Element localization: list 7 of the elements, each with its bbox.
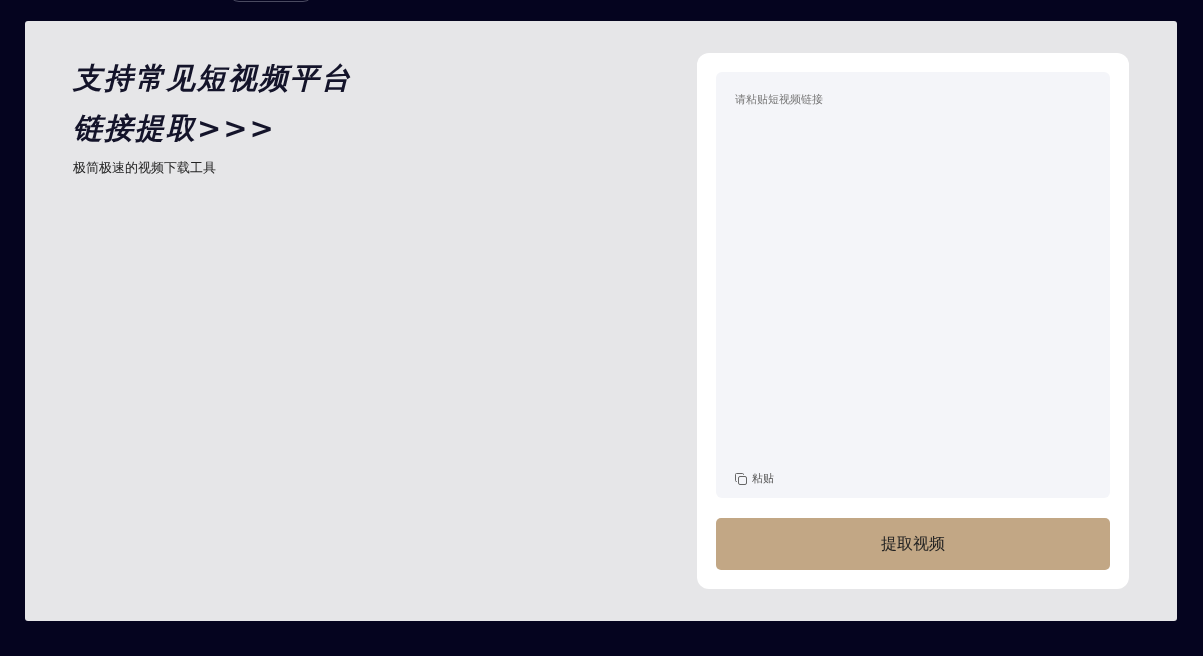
link-field[interactable]: 请粘贴短视频链接 粘贴 bbox=[716, 72, 1110, 498]
headline: 链接提取>>> bbox=[73, 110, 277, 147]
paste-button[interactable]: 粘贴 bbox=[735, 471, 774, 486]
subtitle: 极简极速的视频下载工具 bbox=[73, 159, 217, 177]
extract-button[interactable]: 提取视频 bbox=[716, 518, 1110, 570]
headline: 支持常见短视频平台 bbox=[73, 60, 352, 97]
copy-icon bbox=[735, 472, 747, 485]
